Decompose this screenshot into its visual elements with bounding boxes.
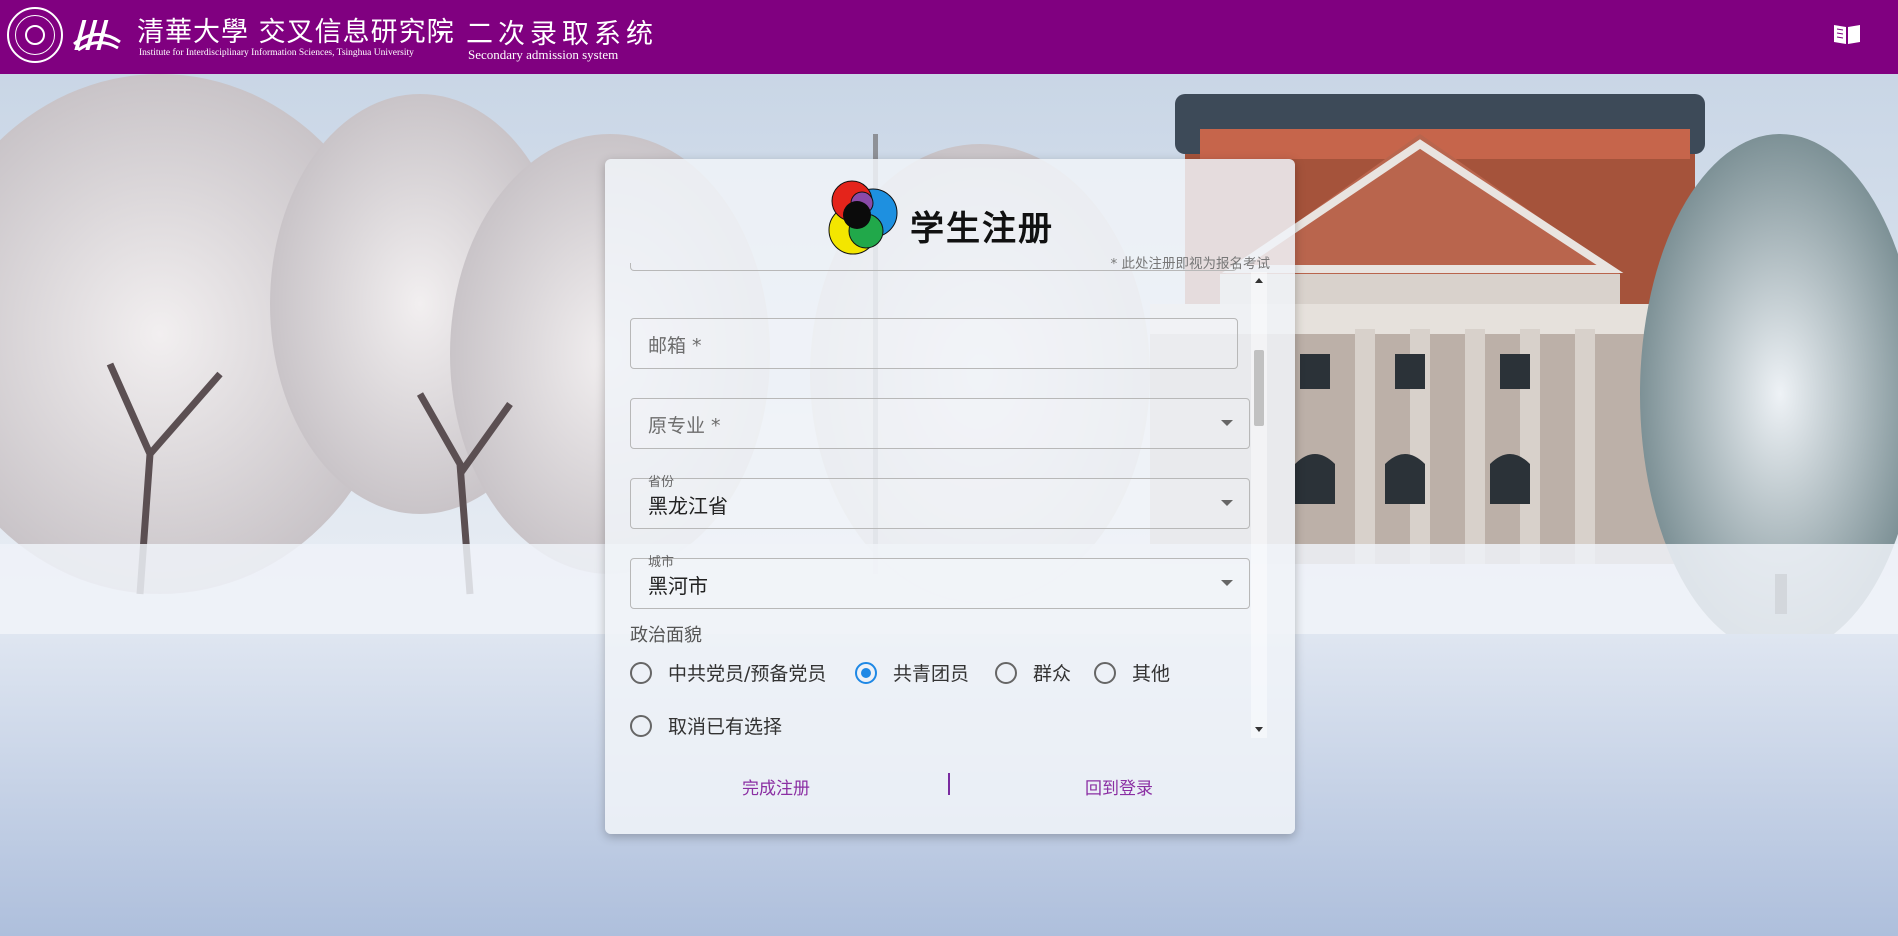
city-label: 城市: [648, 555, 675, 570]
chevron-down-icon: [1221, 500, 1233, 506]
radio-circle-checked[interactable]: [855, 661, 877, 684]
radio-label: 取消已有选择: [668, 716, 783, 738]
radio-label: 中共党员/预备党员: [668, 663, 827, 685]
form-scrollbar[interactable]: [1251, 272, 1267, 738]
color-circles-logo-icon: [828, 180, 898, 255]
scroll-thumb[interactable]: [1254, 350, 1264, 426]
radio-masses[interactable]: 群众: [995, 659, 1071, 686]
email-placeholder: 邮箱 *: [648, 335, 702, 357]
city-select[interactable]: 城市 黑河市: [630, 555, 1250, 609]
page-title: 学生注册: [910, 209, 1054, 249]
radio-clear-selection[interactable]: 取消已有选择: [630, 712, 782, 739]
title-separator: [439, 31, 444, 36]
iiis-logo-icon: [73, 20, 121, 52]
chevron-down-icon: [1221, 580, 1233, 586]
political-status-label: 政治面貌: [630, 625, 702, 646]
footer-divider: [948, 773, 950, 795]
back-to-login-button[interactable]: 回到登录: [1085, 774, 1153, 799]
radio-other[interactable]: 其他: [1094, 659, 1170, 686]
province-select[interactable]: 省份 黑龙江省: [630, 475, 1250, 529]
radio-label: 共青团员: [893, 663, 970, 685]
province-label: 省份: [648, 475, 675, 490]
major-placeholder: 原专业 *: [648, 415, 721, 437]
radio-party-member[interactable]: 中共党员/预备党员: [630, 659, 826, 686]
radio-circle[interactable]: [995, 661, 1017, 684]
book-icon[interactable]: [1832, 22, 1862, 46]
registration-card: 学生注册 * 此处注册即视为报名考试 邮箱 * 原专业 * 省份 黑龙江省 城市…: [605, 159, 1295, 834]
province-value: 黑龙江省: [648, 494, 728, 518]
institute-subtitle: Institute for Interdisciplinary Informat…: [139, 48, 414, 58]
radio-label: 其他: [1132, 663, 1171, 685]
radio-youth-league[interactable]: 共青团员: [855, 659, 969, 686]
major-select[interactable]: 原专业 *: [630, 398, 1250, 449]
institute-title: 清華大學 交叉信息研究院: [137, 17, 455, 48]
registration-notice: * 此处注册即视为报名考试: [1110, 256, 1270, 272]
radio-circle[interactable]: [1094, 661, 1116, 684]
city-value: 黑河市: [648, 574, 708, 598]
system-subtitle: Secondary admission system: [468, 47, 619, 62]
top-header: 清華大學 交叉信息研究院 Institute for Interdiscipli…: [0, 0, 1898, 74]
scroll-down-arrow-icon[interactable]: [1255, 727, 1263, 732]
email-field[interactable]: 邮箱 *: [630, 318, 1238, 369]
system-title: 二次录取系统: [466, 19, 658, 50]
university-seal-icon: [7, 7, 63, 63]
radio-circle[interactable]: [630, 714, 652, 737]
submit-registration-button[interactable]: 完成注册: [742, 774, 810, 799]
chevron-down-icon: [1221, 420, 1233, 426]
scroll-up-arrow-icon[interactable]: [1255, 278, 1263, 283]
radio-label: 群众: [1033, 663, 1072, 685]
radio-circle[interactable]: [630, 661, 652, 684]
